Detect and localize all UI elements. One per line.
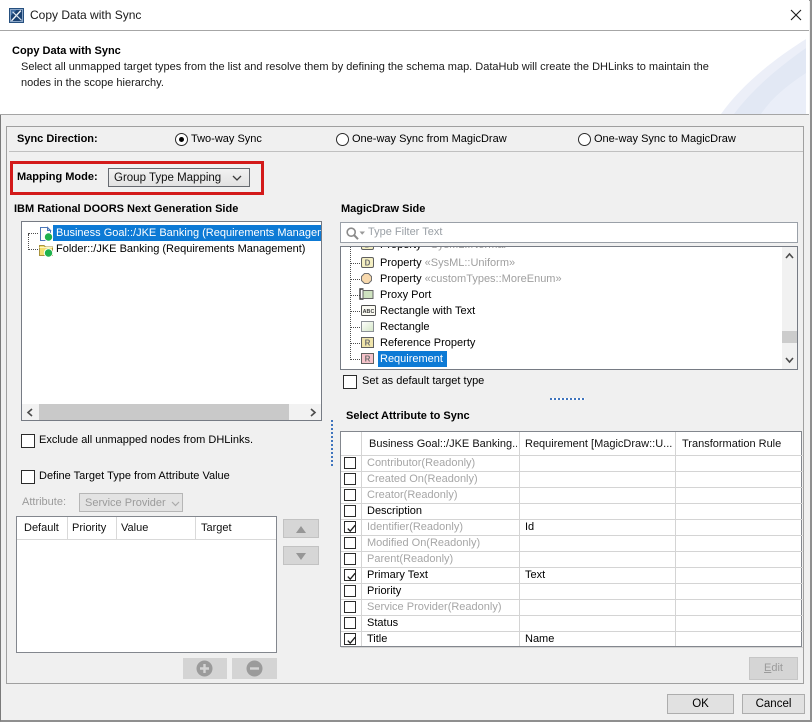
svg-text:R: R — [365, 355, 371, 364]
svg-text:R: R — [365, 339, 371, 348]
svg-text:ABC: ABC — [363, 309, 375, 315]
svg-text:D: D — [365, 259, 371, 268]
svg-text:D: D — [365, 246, 371, 250]
